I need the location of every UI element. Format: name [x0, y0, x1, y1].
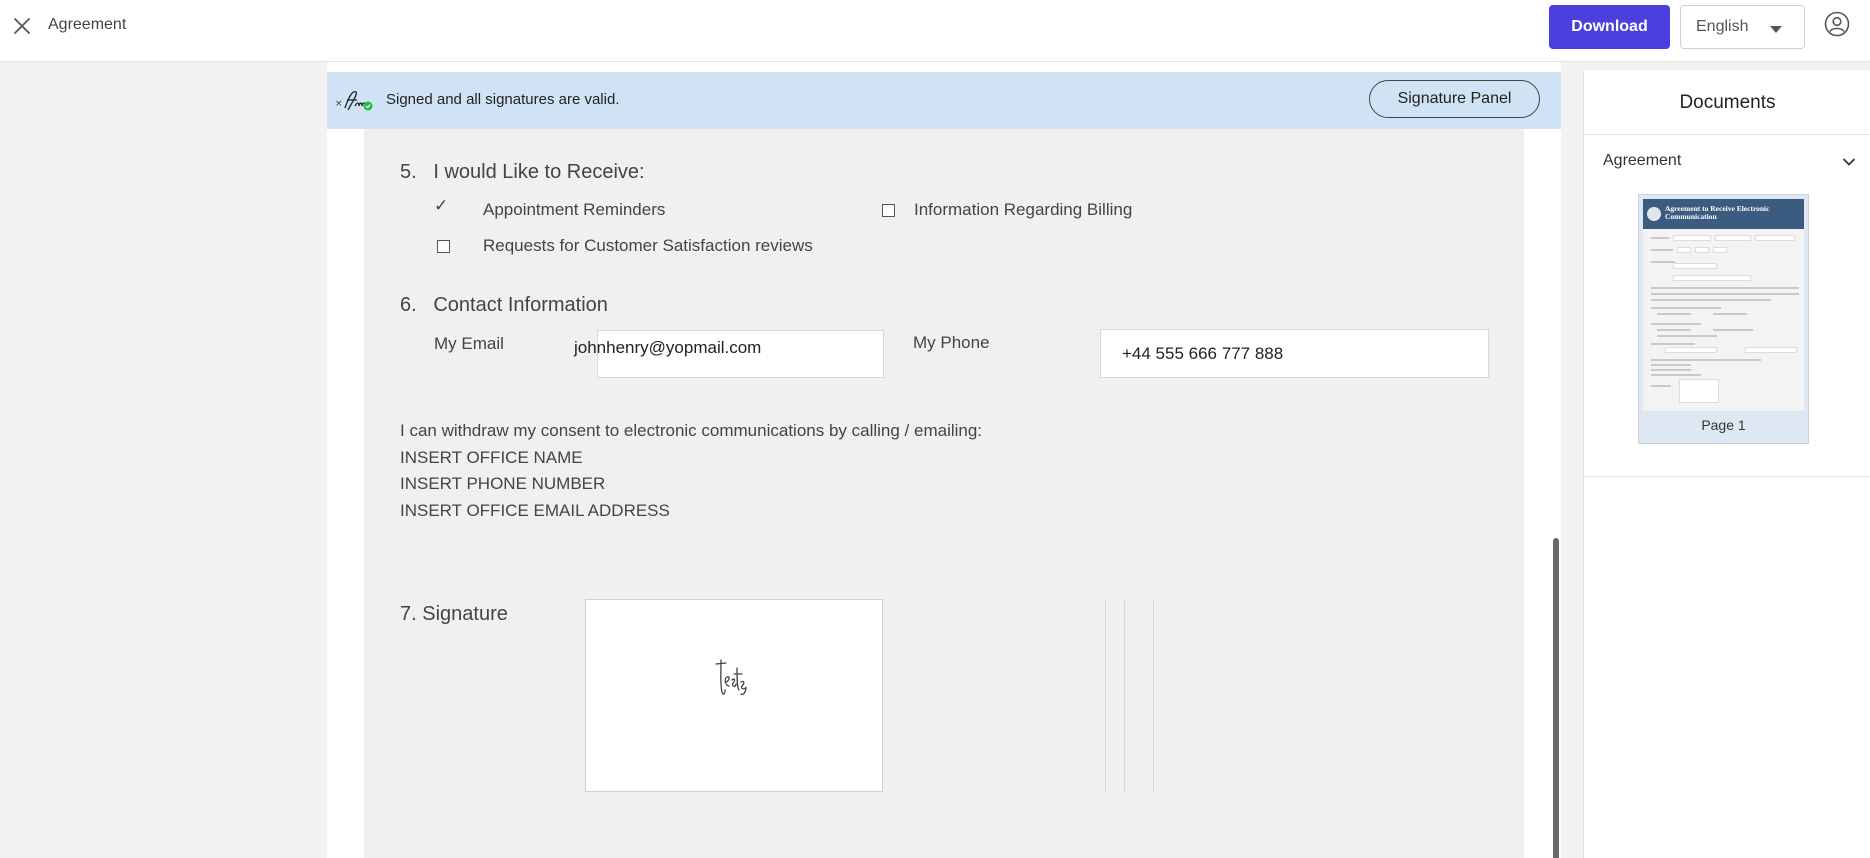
thumbnail-text-line: [1657, 313, 1691, 315]
document-page: 5. I would Like to Receive: ✓ Appointmen…: [364, 129, 1524, 858]
signature-valid-icon: ×: [335, 90, 373, 111]
signature-field[interactable]: [585, 599, 883, 792]
panel-divider: [1584, 476, 1870, 477]
thumbnail-text-line: [1657, 335, 1717, 337]
thumbnail-text-line: [1651, 249, 1673, 251]
thumbnail-field: [1715, 235, 1751, 241]
panel-divider: [1584, 134, 1870, 135]
chevron-down-icon[interactable]: [1842, 155, 1856, 169]
section-6-heading: 6. Contact Information: [400, 294, 608, 316]
document-viewer[interactable]: × Signed and all signatures are valid. S…: [327, 62, 1561, 858]
thumbnail-field: [1713, 247, 1727, 253]
option-satisfaction-reviews: Requests for Customer Satisfaction revie…: [483, 236, 813, 255]
thumbnail-text-line: [1651, 374, 1701, 376]
document-title: Agreement: [48, 16, 127, 33]
thumbnail-text-line: [1651, 287, 1799, 289]
thumbnail-text-line: [1651, 369, 1691, 371]
phone-value: +44 555 666 777 888: [1122, 343, 1284, 363]
thumbnail-text-line: [1651, 237, 1669, 239]
thumbnail-caption: Page 1: [1701, 417, 1746, 433]
document-group-agreement[interactable]: Agreement: [1603, 152, 1681, 170]
withdraw-line-4: INSERT OFFICE EMAIL ADDRESS: [400, 500, 670, 520]
signature-status-banner: × Signed and all signatures are valid. S…: [327, 72, 1561, 129]
signature-image: [715, 659, 747, 696]
option-billing-info: Information Regarding Billing: [914, 200, 1133, 219]
signature-status-text: Signed and all signatures are valid.: [386, 91, 620, 108]
section-7-heading: 7. Signature: [400, 603, 508, 625]
documents-panel: Documents Agreement Agreement to Receive…: [1583, 70, 1870, 858]
thumbnail-text-line: [1657, 329, 1691, 331]
left-gutter: [0, 62, 327, 858]
signature-panel-button[interactable]: Signature Panel: [1369, 80, 1540, 118]
thumbnail-page-image: Agreement to Receive Electronic Communic…: [1643, 199, 1804, 411]
thumbnail-field: [1695, 247, 1709, 253]
thumbnail-field: [1745, 347, 1797, 353]
phone-label: My Phone: [913, 333, 990, 352]
divider-line: [1124, 599, 1125, 792]
thumbnail-field: [1673, 275, 1751, 281]
checkbox-billing-info[interactable]: [882, 204, 895, 217]
withdraw-line-2: INSERT OFFICE NAME: [400, 447, 583, 467]
thumbnail-logo: [1647, 207, 1661, 221]
thumbnail-text-line: [1651, 343, 1695, 345]
option-appointment-reminders: Appointment Reminders: [483, 200, 666, 219]
thumbnail-field: [1665, 347, 1717, 353]
thumbnail-text-line: [1651, 323, 1701, 325]
close-icon[interactable]: [10, 14, 34, 38]
scrollbar-thumb[interactable]: [1553, 538, 1559, 858]
checkbox-appointment-reminders-checked[interactable]: ✓: [434, 196, 448, 216]
withdraw-line-1: I can withdraw my consent to electronic …: [400, 421, 983, 440]
withdraw-line-3: INSERT PHONE NUMBER: [400, 474, 606, 493]
thumbnail-text-line: [1651, 299, 1771, 301]
thumbnail-text-line: [1651, 293, 1799, 295]
withdraw-paragraph: I can withdraw my consent to electronic …: [400, 418, 982, 524]
email-label: My Email: [434, 334, 504, 353]
thumbnail-text-line: [1651, 364, 1691, 366]
top-bar: Agreement Download English: [0, 0, 1870, 62]
user-circle-icon[interactable]: [1824, 11, 1850, 37]
page-thumbnail[interactable]: Agreement to Receive Electronic Communic…: [1638, 194, 1809, 444]
divider-line: [1105, 599, 1106, 792]
caret-down-icon: [1770, 26, 1782, 33]
thumbnail-signature-box: [1679, 379, 1719, 403]
email-value: johnhenry@yopmail.com: [574, 338, 762, 357]
thumbnail-header: Agreement to Receive Electronic Communic…: [1643, 199, 1804, 229]
thumbnail-title: Agreement to Receive Electronic Communic…: [1665, 204, 1770, 221]
thumbnail-text-line: [1713, 329, 1753, 331]
documents-panel-title: Documents: [1679, 92, 1776, 113]
thumbnail-text-line: [1651, 307, 1721, 309]
language-select[interactable]: English: [1680, 5, 1805, 49]
download-button[interactable]: Download: [1549, 5, 1670, 49]
phone-field[interactable]: +44 555 666 777 888: [1100, 329, 1489, 378]
svg-text:×: ×: [335, 99, 343, 109]
divider-line: [1153, 599, 1154, 792]
thumbnail-text-line: [1651, 261, 1675, 263]
thumbnail-text-line: [1713, 313, 1747, 315]
thumbnail-field: [1677, 247, 1691, 253]
thumbnail-text-line: [1651, 359, 1761, 361]
section-5-heading: 5. I would Like to Receive:: [400, 161, 645, 183]
thumbnail-text-line: [1651, 385, 1671, 387]
checkbox-satisfaction-reviews[interactable]: [437, 240, 450, 253]
language-value: English: [1696, 18, 1749, 35]
thumbnail-field: [1673, 235, 1711, 241]
thumbnail-field: [1673, 263, 1717, 269]
thumbnail-field: [1755, 235, 1795, 241]
